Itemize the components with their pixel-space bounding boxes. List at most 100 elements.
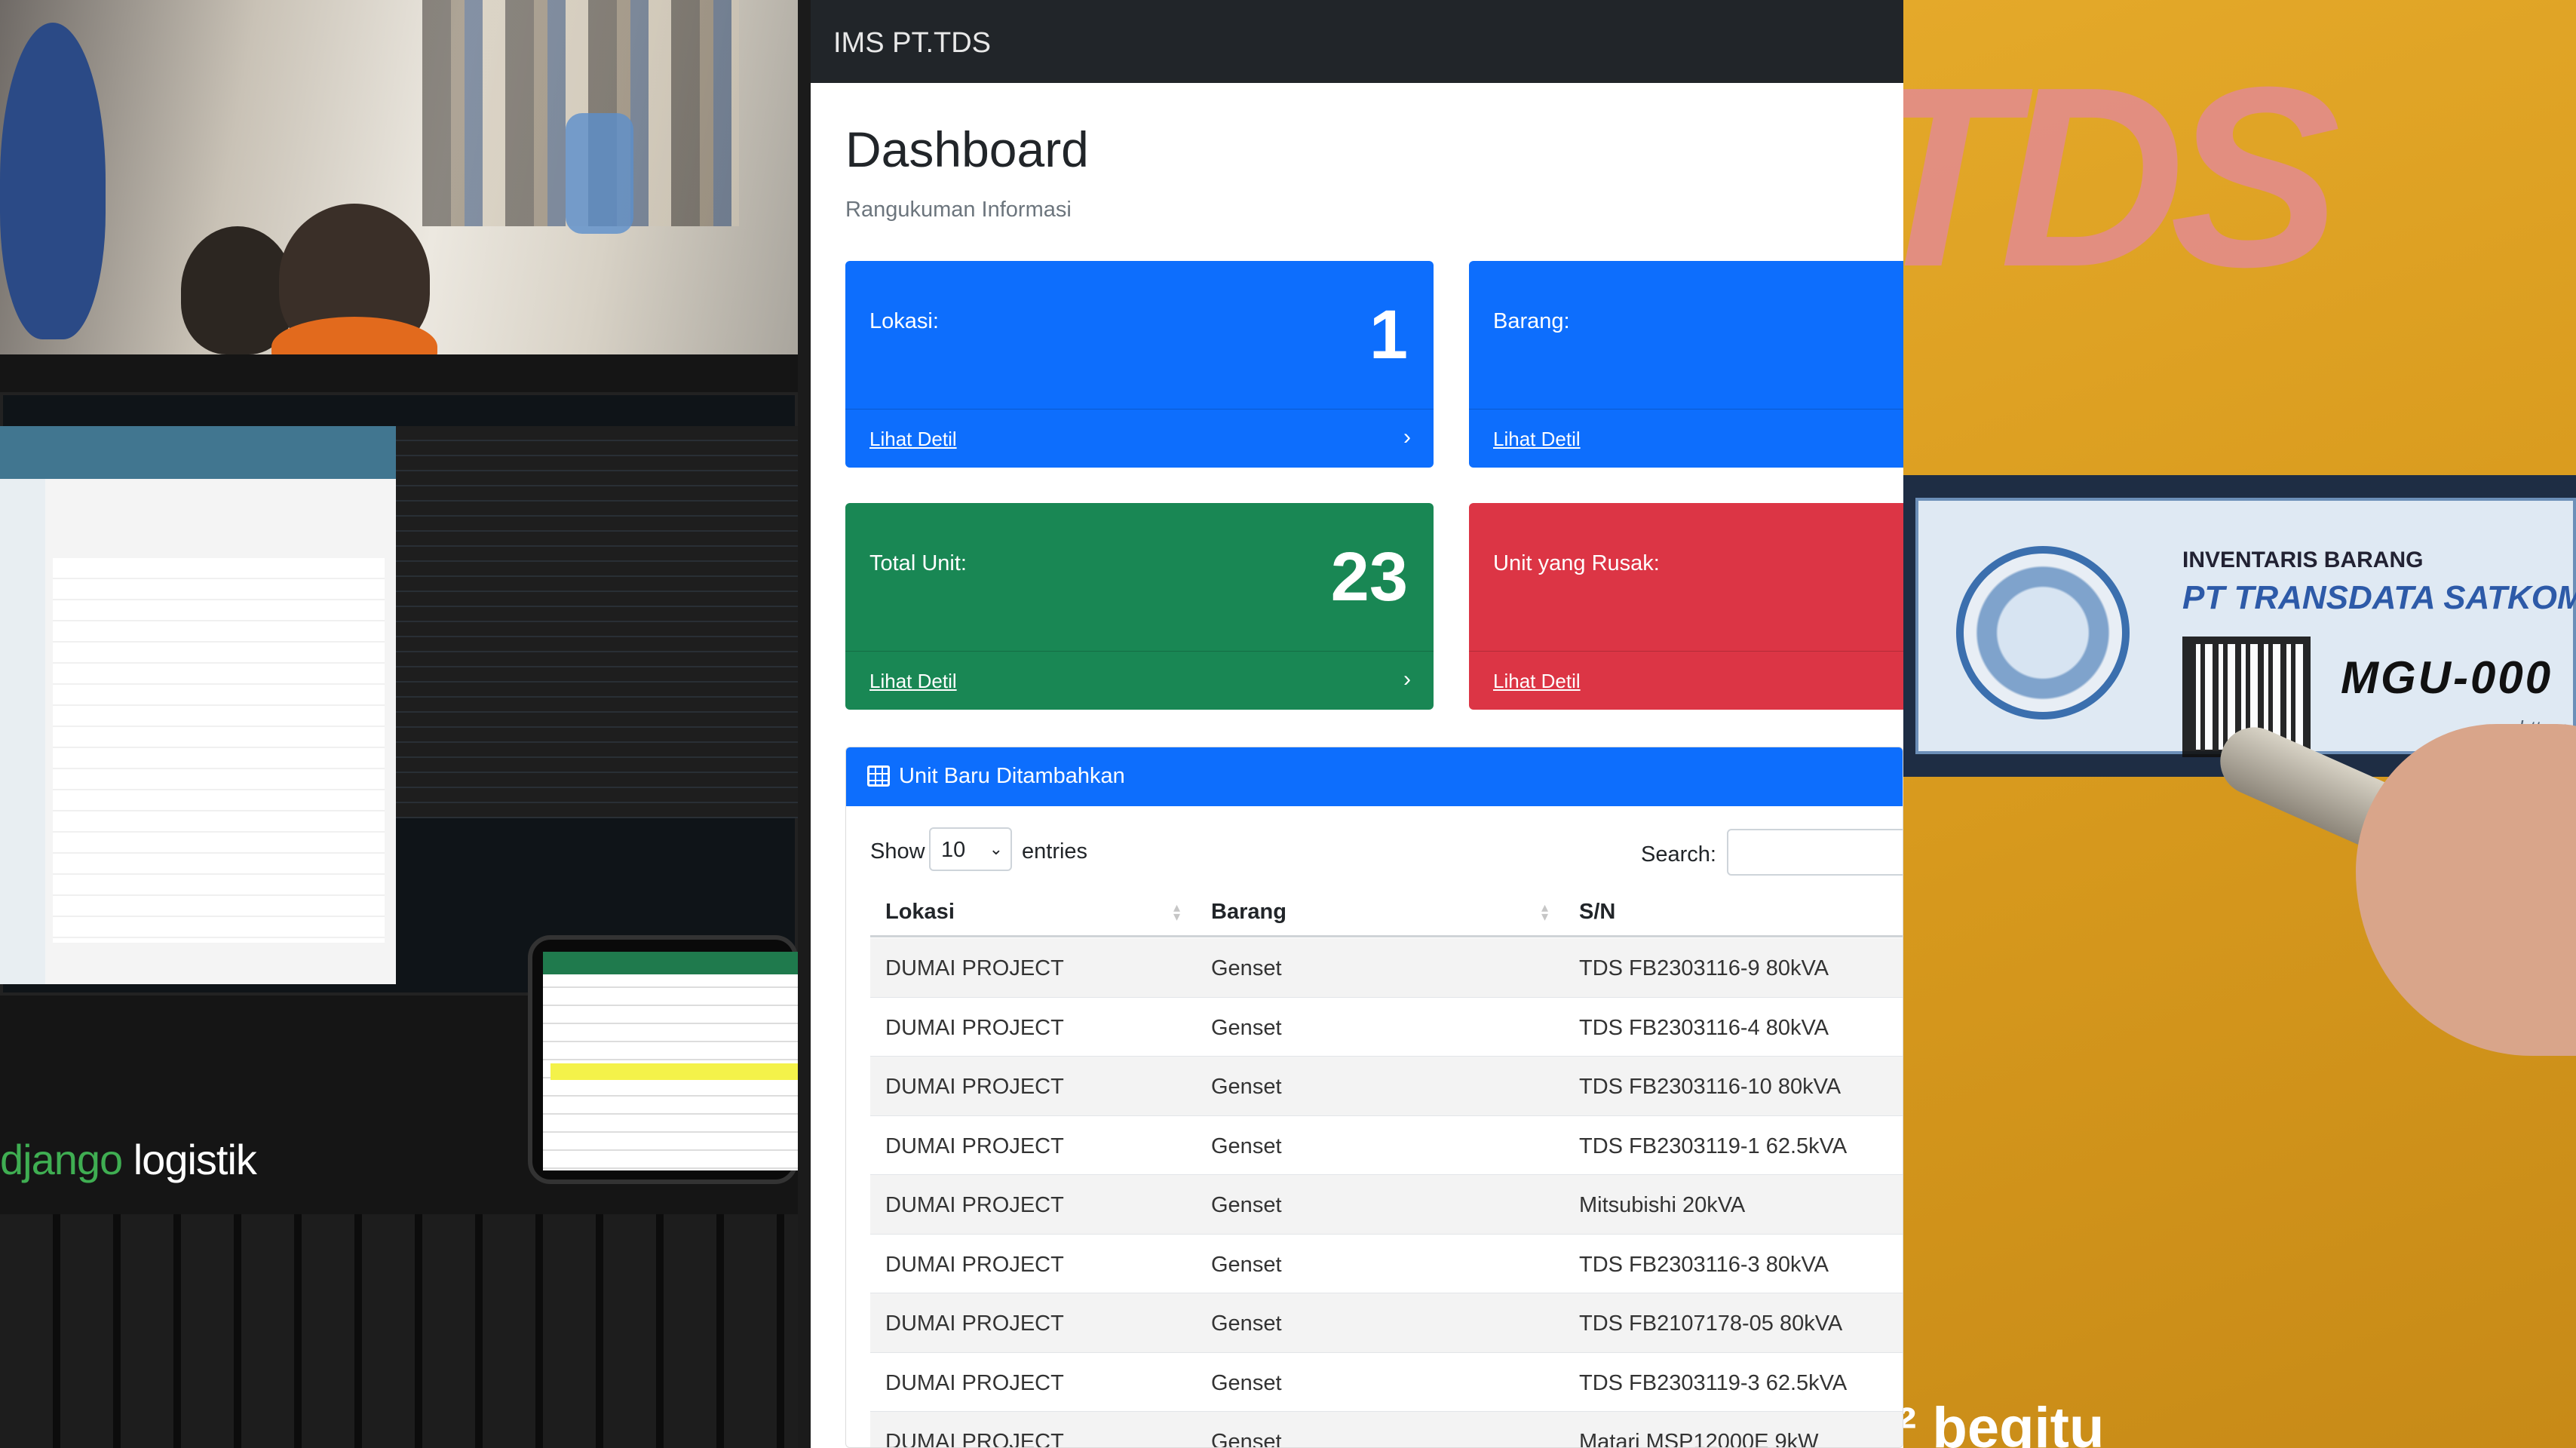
card-unit-rusak-footer: Lihat Detil <box>1469 651 1903 710</box>
table-row: DUMAI PROJECT Genset TDS FB2107178-05 80kV… <box>870 1293 1903 1353</box>
cell-lokasi: DUMAI PROJECT <box>885 1252 1064 1277</box>
card-unit-rusak-link[interactable]: Lihat Detil <box>1493 670 1581 693</box>
person-1 <box>0 23 106 339</box>
table-body: DUMAI PROJECT Genset TDS FB2303116-9 80kVA… <box>870 938 1903 1448</box>
cell-sn: TDS FB2303116-4 80kVA <box>1579 1015 1829 1040</box>
card-lokasi-link[interactable]: Lihat Detil <box>869 428 957 451</box>
cell-barang: Genset <box>1211 1134 1282 1158</box>
keyboard <box>0 1214 798 1448</box>
sticker-line-1: INVENTARIS BARANG <box>2182 548 2424 572</box>
card-total-unit-value: 23 <box>1330 538 1408 615</box>
cell-barang: Genset <box>1211 1252 1282 1277</box>
cell-sn: TDS FB2107178-05 80kVA <box>1579 1311 1843 1336</box>
phone-screen <box>543 952 798 1170</box>
card-barang-footer: Lihat Detil <box>1469 409 1903 468</box>
table-row: DUMAI PROJECT Genset Mitsubishi 20kVA <box>870 1175 1903 1235</box>
django-admin-list <box>53 558 385 943</box>
recent-units-header: Unit Baru Ditambahkan <box>846 747 1903 806</box>
table-row: DUMAI PROJECT Genset TDS FB2303119-3 62.5k… <box>870 1353 1903 1412</box>
cell-lokasi: DUMAI PROJECT <box>885 1015 1064 1040</box>
caption-django: django <box>0 1136 123 1183</box>
cell-sn: Matari MSP12000E 9kW <box>1579 1430 1819 1448</box>
card-barang: Barang: Lihat Detil <box>1469 261 1903 468</box>
sort-icon[interactable]: ▴ ▾ <box>1173 900 1180 923</box>
card-unit-rusak: Unit yang Rusak: Lihat Detil <box>1469 503 1903 710</box>
card-barang-link[interactable]: Lihat Detil <box>1493 428 1581 451</box>
navbar: IMS PT.TDS <box>811 0 1903 83</box>
cell-lokasi: DUMAI PROJECT <box>885 1311 1064 1336</box>
cell-barang: Genset <box>1211 1370 1282 1395</box>
dashboard-panel: IMS PT.TDS Dashboard Rangukuman Informas… <box>811 0 1903 1448</box>
django-admin-sidebar <box>0 479 45 984</box>
video-subtitle: ² begitu <box>1903 1396 2105 1448</box>
card-total-unit-link[interactable]: Lihat Detil <box>869 670 957 693</box>
cell-sn: Mitsubishi 20kVA <box>1579 1193 1746 1217</box>
card-total-unit-label: Total Unit: <box>869 551 967 575</box>
card-barang-label: Barang: <box>1493 309 1570 333</box>
cell-barang: Genset <box>1211 1015 1282 1040</box>
column-header-barang[interactable]: Barang <box>1211 900 1286 925</box>
cell-lokasi: DUMAI PROJECT <box>885 1430 1064 1448</box>
card-lokasi: Lokasi: 1 Lihat Detil › <box>845 261 1434 468</box>
caption-logistik: logistik <box>133 1136 257 1183</box>
chevron-right-icon[interactable]: › <box>1403 667 1411 692</box>
chevron-right-icon[interactable]: › <box>1403 425 1411 450</box>
cell-lokasi: DUMAI PROJECT <box>885 956 1064 980</box>
show-label: Show <box>870 839 925 864</box>
cell-lokasi: DUMAI PROJECT <box>885 1193 1064 1217</box>
page-subtitle: Rangukuman Informasi <box>845 198 1072 222</box>
cell-lokasi: DUMAI PROJECT <box>885 1370 1064 1395</box>
cell-barang: Genset <box>1211 1311 1282 1336</box>
cell-sn: TDS FB2303119-1 62.5kVA <box>1579 1134 1848 1158</box>
table-row: DUMAI PROJECT Genset TDS FB2303116-10 80kV… <box>870 1057 1903 1116</box>
cell-sn: TDS FB2303119-3 62.5kVA <box>1579 1370 1848 1395</box>
code-editor-window <box>396 426 798 818</box>
sticker-photo-panel: TDS INVENTARIS BARANG PT TRANSDATA SATKO… <box>1903 0 2576 1448</box>
table-header: Lokasi ▴ ▾ Barang ▴ ▾ S/N <box>870 891 1903 937</box>
laptop-photo-panel: django logistik <box>0 0 798 1448</box>
cell-lokasi: DUMAI PROJECT <box>885 1134 1064 1158</box>
card-total-unit: Total Unit: 23 Lihat Detil › <box>845 503 1434 710</box>
table-icon <box>867 765 890 787</box>
page-size-value: 10 <box>941 838 966 862</box>
globe-logo-icon <box>1956 546 2130 719</box>
table-row: DUMAI PROJECT Genset TDS FB2303116-3 80kVA <box>870 1235 1903 1293</box>
page-size-select[interactable]: 10 ⌄ <box>929 827 1012 871</box>
navbar-brand[interactable]: IMS PT.TDS <box>833 27 991 60</box>
water-bottle <box>566 113 633 234</box>
cell-sn: TDS FB2303116-3 80kVA <box>1579 1252 1829 1277</box>
phone-highlight-row <box>550 1063 798 1080</box>
cell-lokasi: DUMAI PROJECT <box>885 1075 1064 1099</box>
search-label: Search: <box>1641 842 1716 867</box>
recent-units-title: Unit Baru Ditambahkan <box>899 764 1125 788</box>
cell-barang: Genset <box>1211 1075 1282 1099</box>
card-lokasi-value: 1 <box>1369 296 1408 373</box>
card-total-unit-footer: Lihat Detil › <box>845 651 1434 710</box>
painted-logo-letters: TDS <box>1903 34 2341 321</box>
cell-sn: TDS FB2303116-10 80kVA <box>1579 1075 1842 1099</box>
django-admin-header <box>0 426 396 479</box>
table-row: DUMAI PROJECT Genset Matari MSP12000E 9kW <box>870 1412 1903 1448</box>
recent-units-card: Unit Baru Ditambahkan Show 10 ⌄ entries … <box>845 747 1903 1448</box>
page-title: Dashboard <box>845 121 1089 177</box>
sticker-line-2: PT TRANSDATA SATKOM <box>2182 579 2576 616</box>
cell-barang: Genset <box>1211 1430 1282 1448</box>
table-row: DUMAI PROJECT Genset TDS FB2303116-9 80kVA <box>870 938 1903 998</box>
table-row: DUMAI PROJECT Genset TDS FB2303119-1 62.5k… <box>870 1116 1903 1175</box>
video-caption: django logistik <box>0 1135 257 1184</box>
cell-barang: Genset <box>1211 1193 1282 1217</box>
cell-barang: Genset <box>1211 956 1282 980</box>
cell-sn: TDS FB2303116-9 80kVA <box>1579 956 1829 980</box>
entries-label: entries <box>1022 839 1088 864</box>
search-input[interactable] <box>1727 829 1903 876</box>
card-unit-rusak-label: Unit yang Rusak: <box>1493 551 1660 575</box>
chevron-down-icon: ⌄ <box>989 839 1003 858</box>
column-header-lokasi[interactable]: Lokasi <box>885 900 955 925</box>
sticker-label: INVENTARIS BARANG PT TRANSDATA SATKOM MG… <box>1915 498 2576 757</box>
table-row: DUMAI PROJECT Genset TDS FB2303116-4 80kVA <box>870 998 1903 1057</box>
sticker-code: MGU-000 <box>2341 652 2553 703</box>
sort-icon[interactable]: ▴ ▾ <box>1541 900 1548 923</box>
column-header-sn[interactable]: S/N <box>1579 900 1615 925</box>
card-lokasi-footer: Lihat Detil › <box>845 409 1434 468</box>
card-lokasi-label: Lokasi: <box>869 309 939 333</box>
